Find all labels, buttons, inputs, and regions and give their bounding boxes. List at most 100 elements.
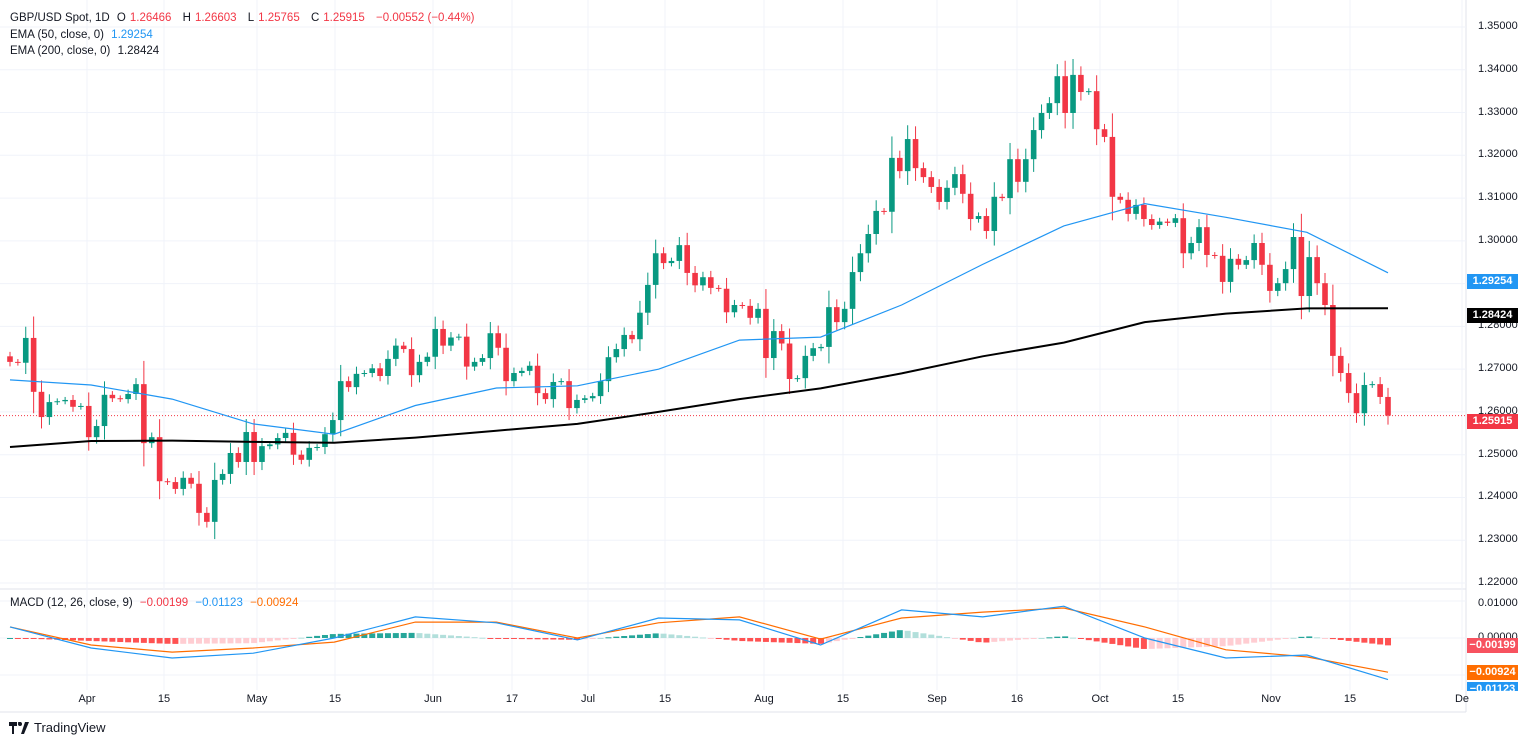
macd-histogram-bar: [400, 632, 407, 638]
macd-histogram-bar: [841, 638, 848, 640]
macd-histogram-bar: [684, 635, 691, 638]
high-value: 1.26603: [194, 12, 237, 24]
macd-histogram-bar: [652, 633, 659, 638]
candle-body: [873, 210, 879, 235]
candle-body: [1156, 221, 1163, 226]
macd-histogram-bar: [1337, 638, 1344, 640]
open-value: 1.26466: [129, 12, 172, 24]
candle-body: [1164, 221, 1171, 223]
time-axis-tick: 16: [1010, 693, 1024, 705]
macd-histogram-bar: [125, 638, 132, 643]
price-axis-tick: 1.34000: [1478, 62, 1518, 75]
macd-line-value: −0.01123: [195, 597, 243, 609]
macd-histogram-bar: [148, 638, 155, 644]
macd-histogram-bar: [542, 638, 549, 640]
macd-histogram-bar: [1322, 638, 1329, 639]
candle-body: [1274, 283, 1281, 291]
candle-body: [621, 334, 627, 350]
macd-histogram-bar: [22, 638, 29, 639]
macd-histogram-bar: [1251, 638, 1258, 643]
macd-histogram-bar: [589, 638, 596, 639]
candle-body: [424, 356, 431, 362]
price-axis-tick: 1.33000: [1478, 105, 1518, 118]
time-axis-tick: Jul: [580, 693, 596, 705]
candle-body: [1030, 130, 1037, 160]
macd-histogram-bar: [1377, 638, 1384, 645]
tradingview-logo[interactable]: TradingView: [9, 720, 106, 735]
macd-histogram-bar: [857, 637, 864, 639]
candle-body: [385, 358, 391, 377]
macd-legend[interactable]: MACD (12, 26, close, 9) −0.00199 −0.0112…: [10, 597, 302, 609]
macd-histogram-bar: [1227, 638, 1234, 646]
ema50-label: EMA (50, close, 0): [10, 29, 104, 41]
macd-histogram-bar: [1054, 636, 1061, 638]
candle-body: [983, 216, 990, 232]
candle-body: [849, 272, 856, 309]
candle-body: [967, 193, 974, 220]
candle-body: [904, 139, 911, 172]
macd-histogram-bar: [432, 634, 439, 638]
macd-histogram-bar: [1369, 638, 1376, 644]
chart-canvas[interactable]: [0, 0, 1536, 744]
candle-body: [330, 420, 336, 435]
macd-histogram-bar: [377, 633, 384, 638]
macd-histogram-bar: [38, 638, 45, 640]
candle-body: [550, 381, 557, 400]
candle-body: [503, 347, 509, 382]
candle-body: [393, 345, 399, 359]
candle-body: [369, 368, 376, 374]
macd-histogram-bar: [314, 635, 321, 638]
macd-histogram-bar: [605, 637, 612, 639]
macd-histogram-bar: [959, 638, 966, 640]
macd-histogram-bar: [928, 634, 935, 638]
macd-histogram-bar: [14, 638, 21, 639]
macd-histogram-bar: [991, 638, 998, 642]
candle-body: [377, 368, 383, 377]
candle-body: [251, 432, 257, 462]
macd-histogram-bar: [7, 638, 13, 639]
macd-histogram-bar: [944, 637, 951, 639]
candle-body: [1298, 237, 1305, 297]
macd-histogram-bar: [1314, 637, 1321, 639]
macd-histogram-bar: [660, 633, 667, 638]
candle-body: [172, 482, 179, 489]
macd-histogram-bar: [180, 638, 187, 644]
macd-histogram-bar: [715, 638, 722, 639]
candle-body: [1227, 258, 1234, 282]
macd-histogram-bar: [85, 638, 92, 641]
candle-body: [928, 177, 935, 187]
time-axis-tick: Sep: [927, 693, 947, 705]
macd-histogram-bar: [534, 638, 541, 640]
candle-body: [818, 346, 824, 349]
macd-histogram-bar: [109, 638, 116, 642]
low-label: L: [247, 12, 255, 24]
candle-body: [755, 308, 761, 318]
macd-histogram-bar: [1093, 638, 1100, 642]
candle-body: [345, 381, 352, 388]
candle-body: [1172, 218, 1179, 223]
candle-body: [1361, 384, 1368, 414]
macd-hist-value: −0.00199: [139, 597, 189, 609]
candle-body: [259, 446, 265, 462]
candle-body: [715, 287, 722, 289]
candle-body: [834, 307, 840, 323]
macd-histogram-bar: [849, 638, 856, 639]
candle-body: [267, 444, 273, 447]
ema50-legend[interactable]: EMA (50, close, 0) 1.29254: [10, 29, 157, 41]
candle-body: [605, 357, 612, 382]
candle-body: [1267, 264, 1273, 291]
candle-body: [227, 452, 234, 474]
candle-body: [652, 253, 659, 285]
candle-body: [109, 394, 116, 399]
time-axis-tick: 15: [658, 693, 672, 705]
time-axis-tick: May: [246, 693, 268, 705]
candle-body: [282, 432, 289, 439]
macd-histogram-bar: [447, 635, 454, 638]
candle-body: [1141, 204, 1147, 220]
close-value: 1.25915: [323, 12, 365, 24]
candle-body: [1282, 269, 1289, 284]
ema200-legend[interactable]: EMA (200, close, 0) 1.28424: [10, 45, 163, 57]
candle-body: [1188, 242, 1194, 254]
candle-body: [93, 426, 100, 438]
macd-histogram-bar: [936, 635, 943, 638]
